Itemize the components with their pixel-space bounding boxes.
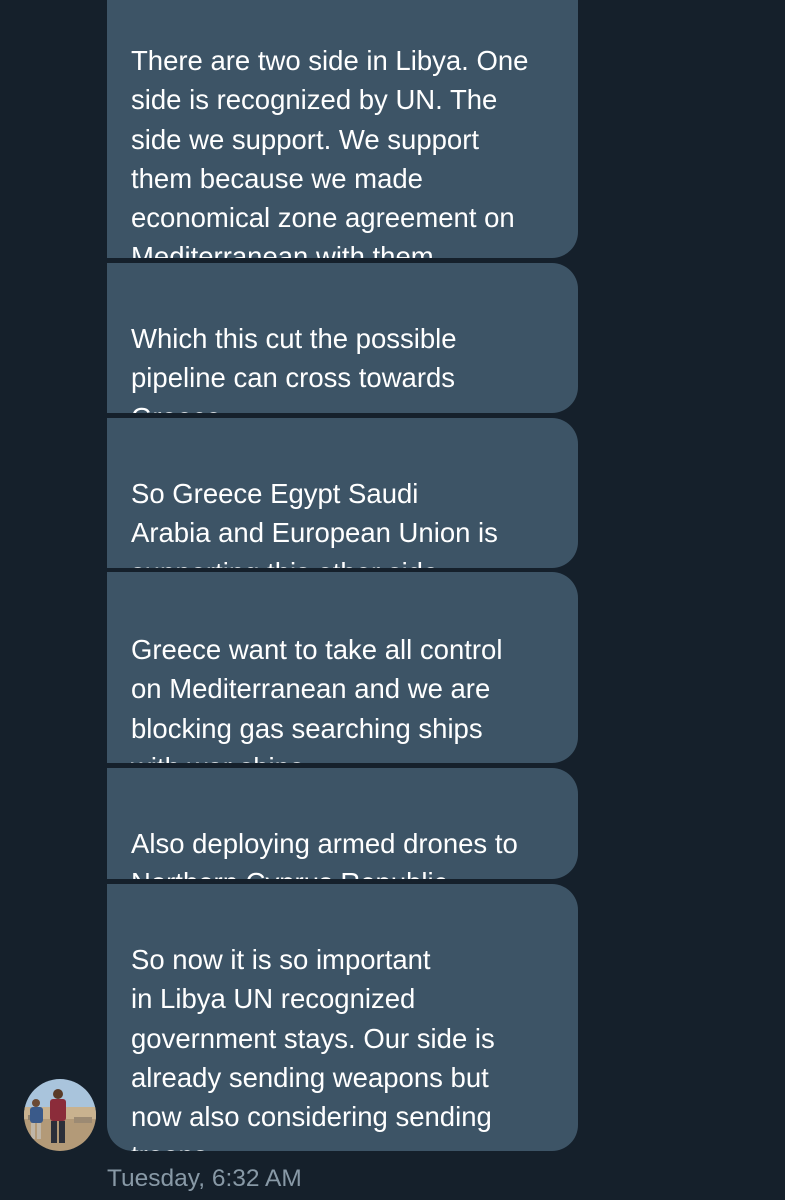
message-text: Which this cut the possible pipeline can… <box>131 323 457 413</box>
message-text: Greece want to take all control on Medit… <box>131 634 503 763</box>
message-text: There are two side in Libya. One side is… <box>131 45 529 258</box>
message-bubble[interactable]: Also deploying armed drones to Northern … <box>107 768 578 879</box>
message-bubble[interactable]: So now it is so important in Libya UN re… <box>107 884 578 1151</box>
message-text: So now it is so important in Libya UN re… <box>131 944 495 1151</box>
message-bubble[interactable]: Which this cut the possible pipeline can… <box>107 263 578 413</box>
message-text: So Greece Egypt Saudi Arabia and Europea… <box>131 478 498 568</box>
message-bubble[interactable]: There are two side in Libya. One side is… <box>107 0 578 258</box>
message-bubble[interactable]: Greece want to take all control on Medit… <box>107 572 578 763</box>
message-text: Also deploying armed drones to Northern … <box>131 828 518 879</box>
message-timestamp: Tuesday, 6:32 AM <box>107 1165 302 1192</box>
avatar-photo-icon <box>24 1079 96 1151</box>
message-bubble[interactable]: So Greece Egypt Saudi Arabia and Europea… <box>107 418 578 568</box>
message-thread: There are two side in Libya. One side is… <box>0 0 785 1200</box>
sender-avatar[interactable] <box>24 1079 96 1151</box>
